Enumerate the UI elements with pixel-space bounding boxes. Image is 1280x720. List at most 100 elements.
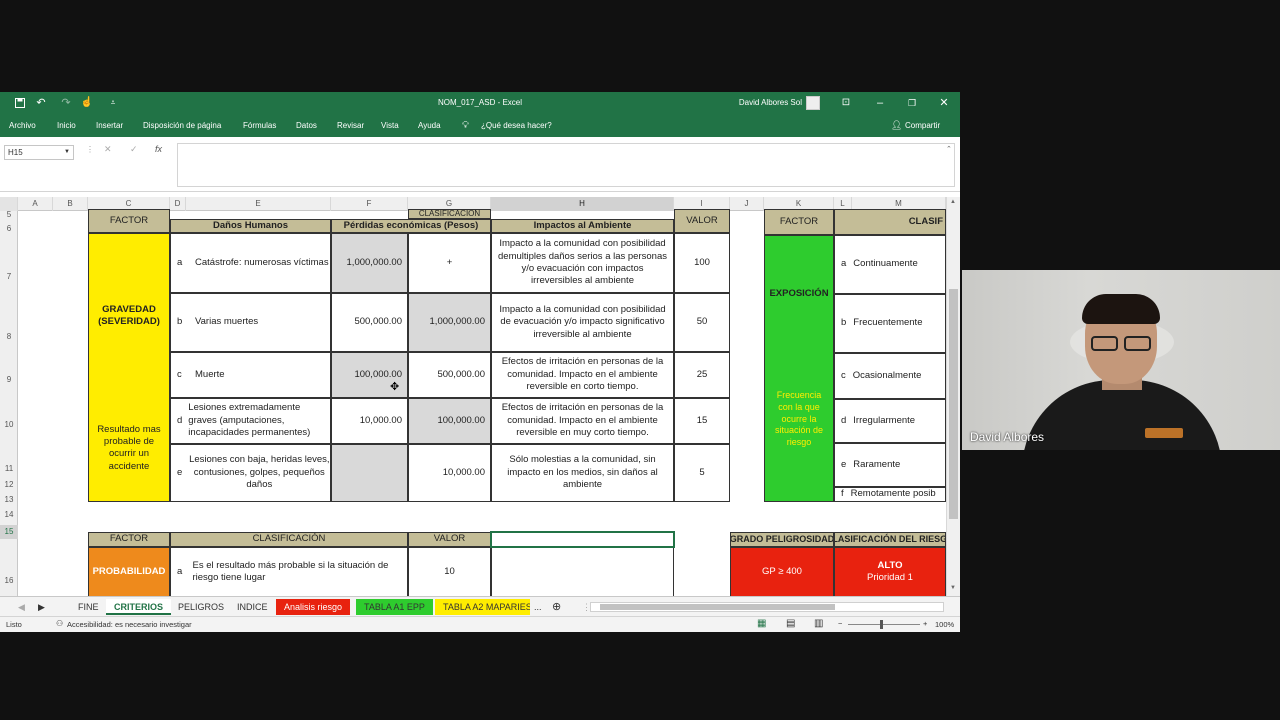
exposicion-item[interactable]: f Remotamente posib xyxy=(834,487,946,502)
probabilidad-clasif-cell[interactable]: a Es el resultado más probable si la situ… xyxy=(170,547,408,597)
selected-cell-h15[interactable] xyxy=(490,531,675,548)
column-header[interactable]: E xyxy=(186,197,331,211)
insert-function-icon[interactable]: fx xyxy=(155,144,162,154)
row-header[interactable]: 12 xyxy=(0,479,18,491)
perdidas-max-cell[interactable]: 1,000,000.00 xyxy=(408,293,491,352)
formula-input[interactable] xyxy=(177,143,955,187)
valor-cell[interactable]: 100 xyxy=(674,233,730,293)
impacto-cell[interactable]: Sólo molestias a la comunidad, sin impac… xyxy=(491,444,674,502)
scroll-down-icon[interactable]: ▼ xyxy=(950,585,956,591)
exposicion-item[interactable]: a Continuamente xyxy=(834,235,946,294)
zoom-out-icon[interactable]: − xyxy=(838,619,842,628)
perdidas-max-cell[interactable]: 10,000.00 xyxy=(408,444,491,502)
tab-ayuda[interactable]: Ayuda xyxy=(418,114,441,137)
avatar[interactable] xyxy=(806,92,822,114)
vertical-scrollbar[interactable]: ▲ ▼ xyxy=(946,197,960,596)
exposicion-item[interactable]: d Irregularmente xyxy=(834,399,946,443)
perdidas-max-cell[interactable]: 100,000.00 xyxy=(408,398,491,444)
chevron-down-icon[interactable]: ▼ xyxy=(64,146,70,159)
next-sheet-icon[interactable]: ▶ xyxy=(30,599,53,615)
sheet-tab-fine[interactable]: FINE xyxy=(70,599,107,615)
sheet-tab-tabla-a2[interactable]: TABLA A2 MAPARIES xyxy=(435,599,530,615)
valor-cell[interactable]: 5 xyxy=(674,444,730,502)
column-header[interactable]: H xyxy=(491,197,674,211)
impacto-cell[interactable]: Impacto a la comunidad con posibilidad d… xyxy=(491,233,674,293)
accessibility-status[interactable]: Accesibilidad: es necesario investigar xyxy=(67,620,192,629)
probabilidad-cell[interactable]: PROBABILIDAD xyxy=(88,547,170,597)
tab-revisar[interactable]: Revisar xyxy=(337,114,364,137)
tab-insertar[interactable]: Insertar xyxy=(96,114,123,137)
exposicion-item[interactable]: c Ocasionalmente xyxy=(834,353,946,399)
minimize-icon[interactable]: – xyxy=(872,92,888,114)
scroll-up-icon[interactable]: ▲ xyxy=(950,199,956,205)
zoom-slider-thumb[interactable] xyxy=(880,620,883,629)
column-header[interactable]: J xyxy=(730,197,764,211)
column-header[interactable]: A xyxy=(18,197,53,211)
row-header[interactable]: 14 xyxy=(0,509,18,521)
cancel-icon[interactable]: ✕ xyxy=(104,144,112,155)
perdidas-min-cell[interactable] xyxy=(331,444,408,502)
redo-icon[interactable]: ↷ xyxy=(59,92,73,114)
exposicion-item[interactable]: b Frecuentemente xyxy=(834,294,946,353)
impacto-cell[interactable]: Impacto a la comunidad con posibilidad d… xyxy=(491,293,674,352)
sheet-tab-analisis[interactable]: Analisis riesgo xyxy=(276,599,351,615)
horizontal-scrollbar[interactable] xyxy=(590,602,944,612)
close-icon[interactable]: ✕ xyxy=(936,92,952,114)
tab-datos[interactable]: Datos xyxy=(296,114,317,137)
exposicion-cell[interactable]: EXPOSICIÓN Frecuencia con la que ocurre … xyxy=(764,235,834,502)
tell-me-search[interactable]: ¿Qué desea hacer? xyxy=(481,114,552,137)
normal-view-icon[interactable]: ▦ xyxy=(757,618,766,629)
collapse-formula-icon[interactable]: ⌃ xyxy=(946,145,952,153)
restore-icon[interactable]: ❐ xyxy=(904,92,920,114)
zoom-in-icon[interactable]: + xyxy=(923,619,927,628)
danos-cell[interactable]: b Varias muertes xyxy=(170,293,331,352)
row-header[interactable]: 8 xyxy=(0,331,18,343)
row-header[interactable]: 6 xyxy=(0,223,18,235)
name-box[interactable]: H15 ▼ xyxy=(4,145,74,160)
row-header[interactable]: 7 xyxy=(0,271,18,283)
perdidas-min-cell[interactable]: 500,000.00 xyxy=(331,293,408,352)
tab-disposicion[interactable]: Disposición de página xyxy=(143,114,221,137)
valor-cell[interactable]: 50 xyxy=(674,293,730,352)
tab-formulas[interactable]: Fórmulas xyxy=(243,114,276,137)
empty-cell[interactable] xyxy=(491,547,674,597)
touch-mode-icon[interactable]: ☝ xyxy=(80,92,94,114)
tab-archivo[interactable]: Archivo xyxy=(9,114,36,137)
share-button[interactable]: Compartir xyxy=(905,114,940,137)
enter-icon[interactable]: ✓ xyxy=(130,144,138,155)
page-layout-icon[interactable]: ▤ xyxy=(786,618,795,629)
sheet-tab-peligros[interactable]: PELIGROS xyxy=(170,599,232,615)
danos-cell[interactable]: a Catástrofe: numerosas víctimas xyxy=(170,233,331,293)
user-name[interactable]: David Albores Sol xyxy=(728,92,802,114)
perdidas-max-cell[interactable]: + xyxy=(408,233,491,293)
gravedad-cell[interactable]: GRAVEDAD (SEVERIDAD) Resultado mas proba… xyxy=(88,233,170,502)
row-header[interactable]: 9 xyxy=(0,374,18,386)
row-header[interactable]: 16 xyxy=(0,575,18,587)
row-header[interactable]: 10 xyxy=(0,419,18,431)
zoom-slider[interactable] xyxy=(848,624,920,625)
select-all[interactable] xyxy=(0,197,18,211)
perdidas-max-cell[interactable]: 500,000.00 xyxy=(408,352,491,398)
tab-inicio[interactable]: Inicio xyxy=(57,114,76,137)
probabilidad-valor-cell[interactable]: 10 xyxy=(408,547,491,597)
sheet-tab-indice[interactable]: INDICE xyxy=(229,599,276,615)
row-header[interactable]: 11 xyxy=(0,463,18,475)
danos-cell[interactable]: c Muerte xyxy=(170,352,331,398)
gp-cell[interactable]: GP ≥ 400 xyxy=(730,547,834,597)
page-break-icon[interactable]: ▥ xyxy=(814,618,823,629)
row-header[interactable]: 15 xyxy=(0,525,18,539)
valor-cell[interactable]: 25 xyxy=(674,352,730,398)
sheet-tab-tabla-a1[interactable]: TABLA A1 EPP xyxy=(356,599,433,615)
customize-qat-icon[interactable]: ⩡ xyxy=(107,92,119,114)
sheet-tab-criterios[interactable]: CRITERIOS xyxy=(106,599,172,615)
danos-cell[interactable]: d Lesiones extremadamente graves (amputac… xyxy=(170,398,331,444)
add-sheet-icon[interactable]: ⊕ xyxy=(544,599,569,615)
impacto-cell[interactable]: Efectos de irritación en personas de la … xyxy=(491,352,674,398)
column-header[interactable]: F xyxy=(331,197,408,211)
save-icon[interactable] xyxy=(12,92,28,114)
danos-cell[interactable]: e Lesiones con baja, heridas leves, contu… xyxy=(170,444,331,502)
column-header[interactable]: B xyxy=(53,197,88,211)
valor-cell[interactable]: 15 xyxy=(674,398,730,444)
zoom-level[interactable]: 100% xyxy=(935,620,954,629)
undo-icon[interactable]: ↶ xyxy=(33,92,49,114)
